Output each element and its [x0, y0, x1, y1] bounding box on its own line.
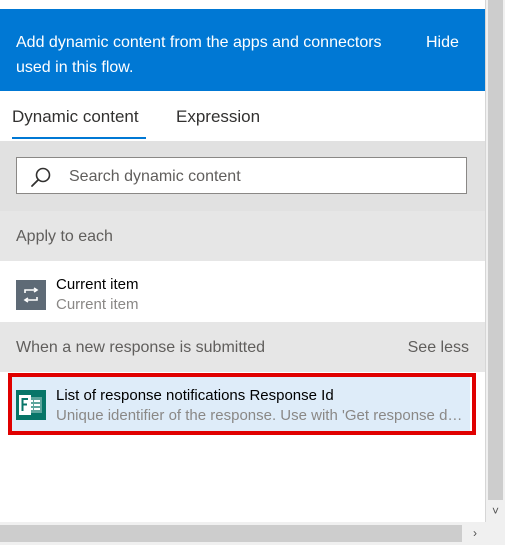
- section-title: Apply to each: [16, 228, 113, 245]
- loop-icon: [16, 280, 46, 310]
- info-banner: Add dynamic content from the apps and co…: [0, 9, 485, 91]
- vertical-scroll-thumb[interactable]: [488, 0, 503, 500]
- dynamic-item-current-item[interactable]: Current item Current item: [0, 266, 485, 320]
- see-less-link[interactable]: See less: [408, 339, 469, 357]
- section-title: When a new response is submitted: [16, 339, 266, 356]
- vertical-scrollbar[interactable]: ˅: [486, 0, 505, 522]
- search-input[interactable]: [67, 158, 466, 195]
- item-name: Current item: [56, 276, 139, 293]
- banner-message: Add dynamic content from the apps and co…: [16, 34, 382, 76]
- tab-bar: Dynamic content Expression: [0, 91, 485, 141]
- section-apply-to-each: Apply to each: [0, 211, 485, 261]
- tab-expression[interactable]: Expression: [176, 107, 260, 127]
- scroll-right-arrow-icon[interactable]: ›: [466, 522, 484, 545]
- section-new-response: When a new response is submitted See les…: [0, 322, 485, 372]
- search-area: [0, 141, 485, 211]
- active-tab-indicator: [12, 137, 146, 139]
- search-icon: [31, 167, 51, 187]
- tab-dynamic-content[interactable]: Dynamic content: [12, 107, 139, 127]
- horizontal-scroll-thumb[interactable]: [0, 525, 462, 542]
- scroll-down-arrow-icon[interactable]: ˅: [486, 501, 505, 521]
- search-box[interactable]: [16, 157, 467, 195]
- dynamic-content-panel: Add dynamic content from the apps and co…: [0, 0, 486, 522]
- horizontal-scrollbar[interactable]: ›: [0, 522, 505, 545]
- item-description: Current item: [56, 296, 139, 313]
- highlight-annotation: [8, 373, 476, 435]
- hide-button[interactable]: Hide: [426, 30, 459, 55]
